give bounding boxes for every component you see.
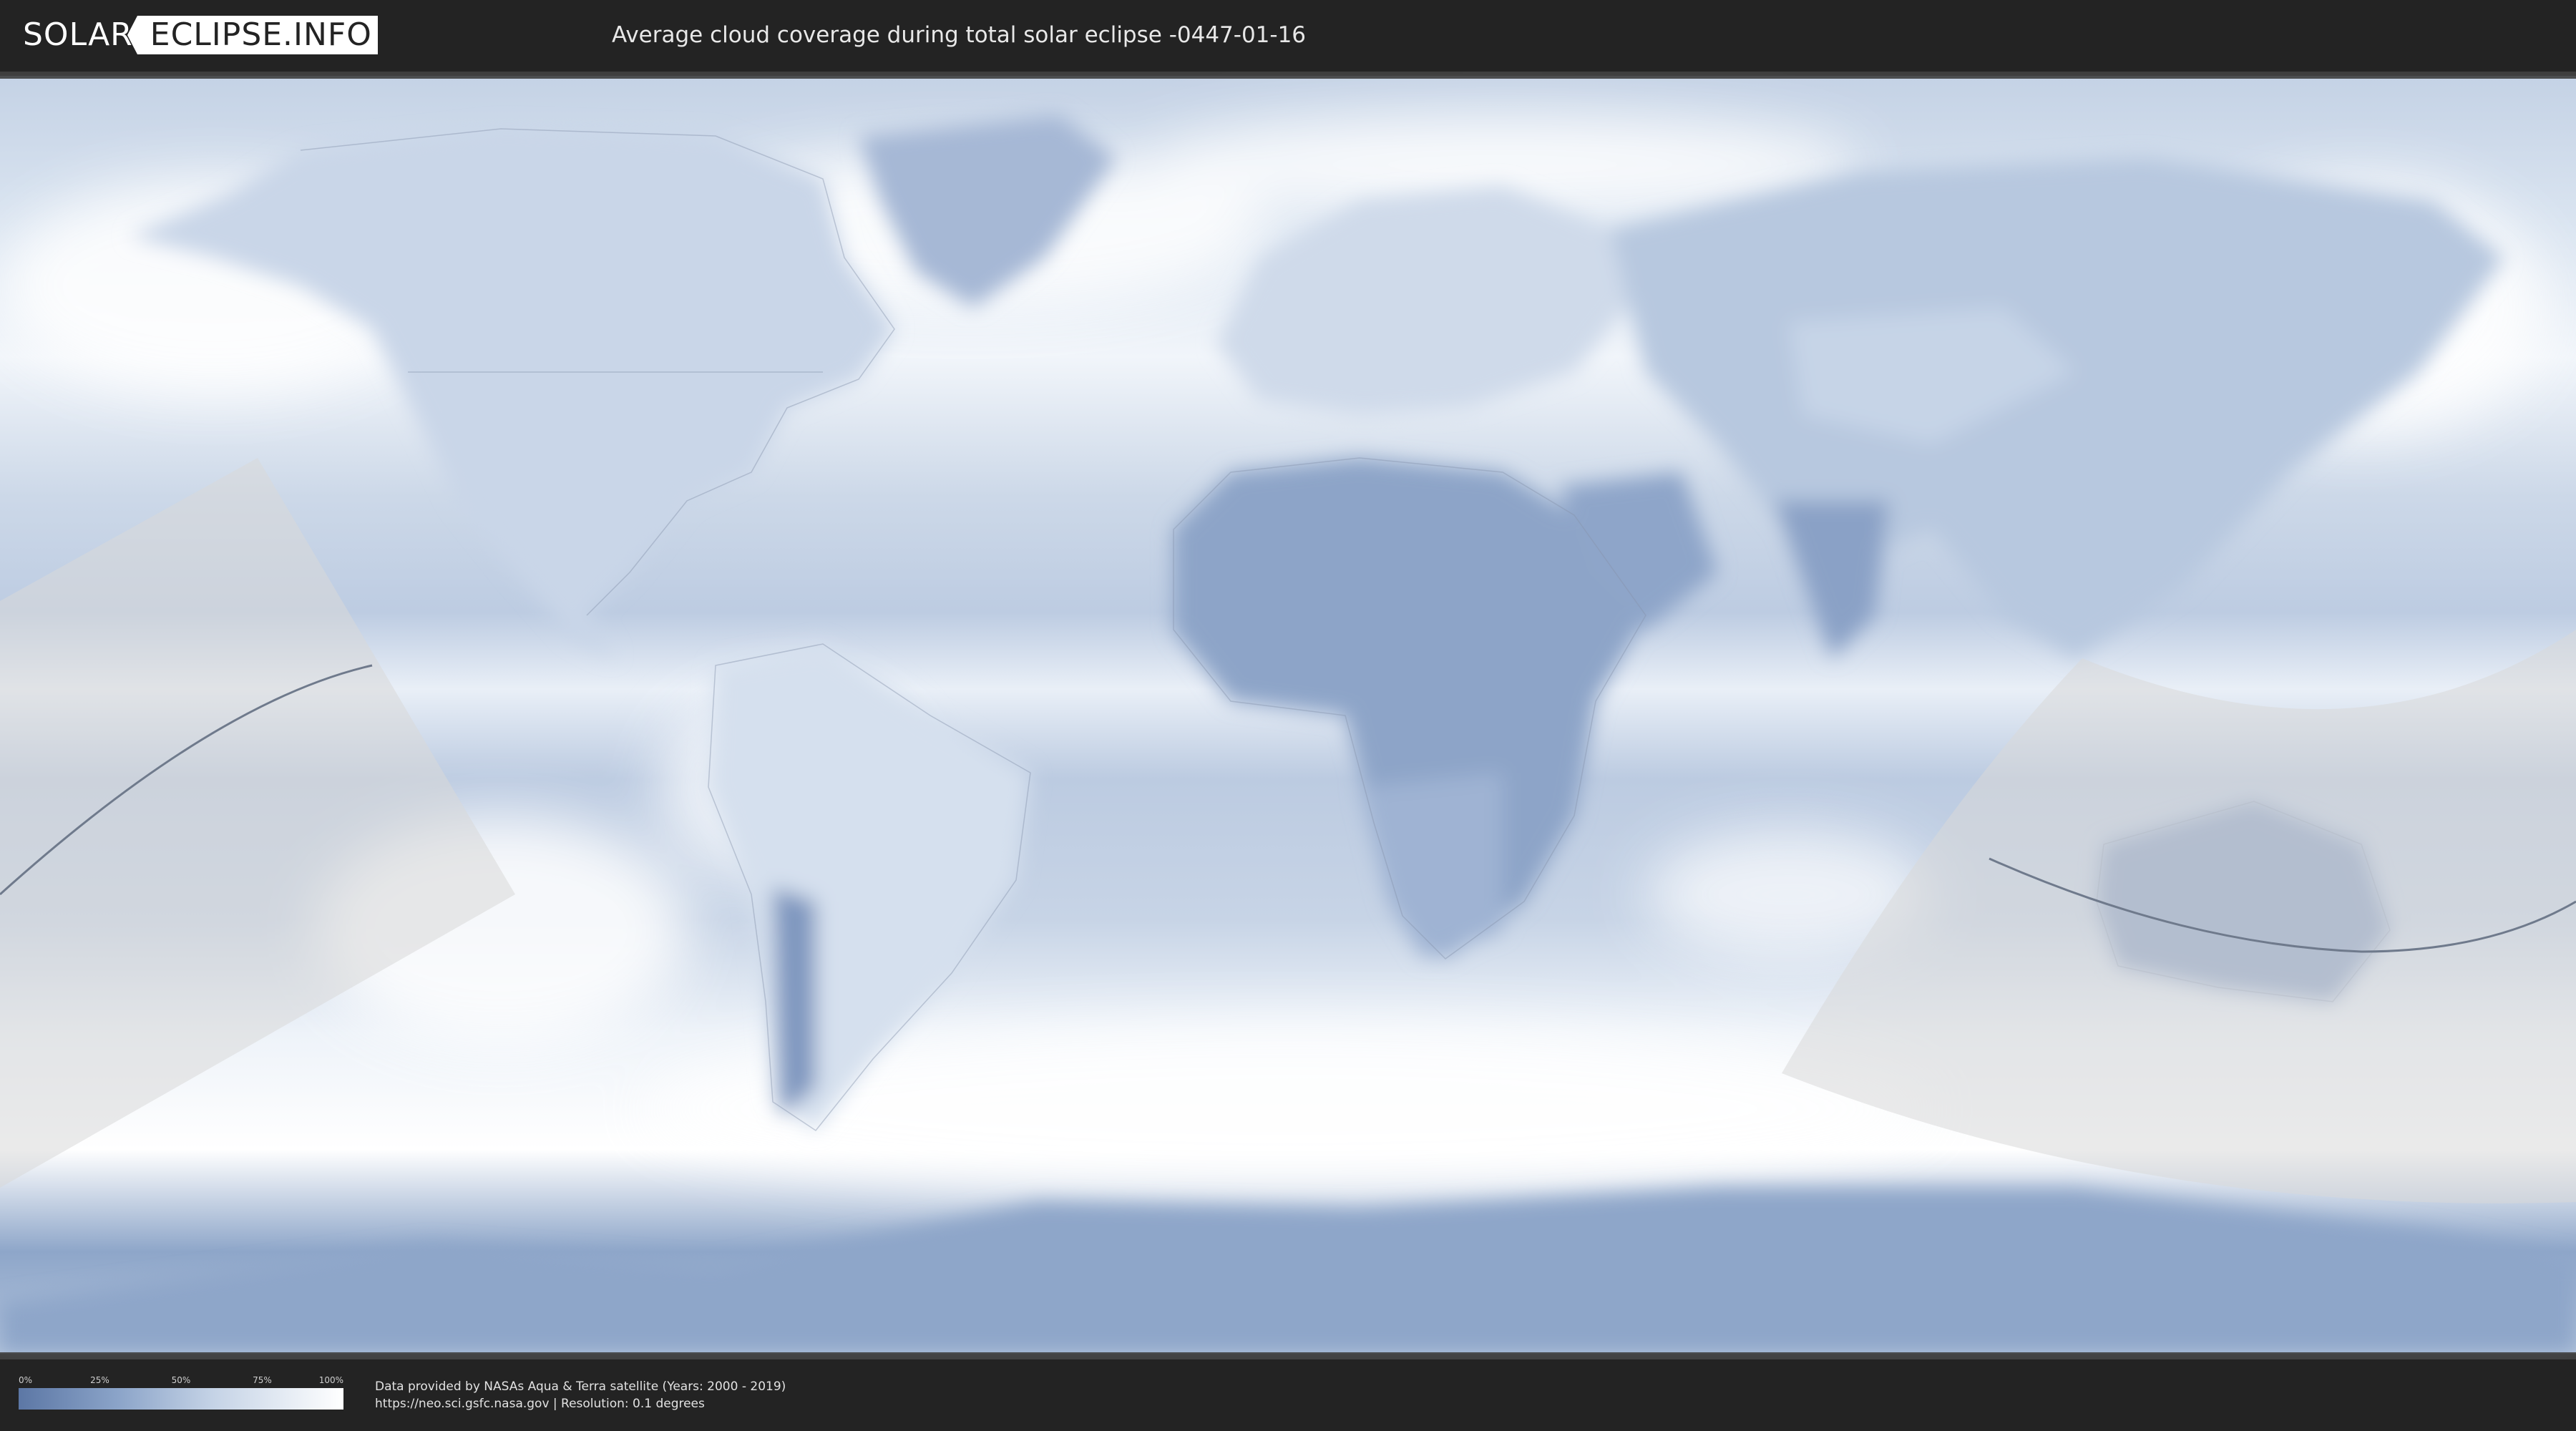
legend-gradient-bar (19, 1388, 343, 1410)
footer-bar: 0% 25% 50% 75% 100% Data provided by NAS… (0, 1359, 2576, 1431)
data-credits: Data provided by NASAs Aqua & Terra sate… (375, 1378, 786, 1412)
cloud-coverage-map (0, 72, 2576, 1359)
credit-line-url: https://neo.sci.gsfc.nasa.gov | Resoluti… (375, 1397, 705, 1411)
world-map-svg (0, 72, 2576, 1359)
legend-ticks: 0% 25% 50% 75% 100% (19, 1375, 343, 1388)
credit-line-source: Data provided by NASAs Aqua & Terra sate… (375, 1379, 786, 1394)
legend-tick-50: 50% (171, 1375, 191, 1385)
legend-tick-75: 75% (253, 1375, 272, 1385)
legend-tick-100: 100% (318, 1375, 343, 1385)
cloud-coverage-legend: 0% 25% 50% 75% 100% (19, 1375, 343, 1410)
legend-tick-0: 0% (19, 1375, 33, 1385)
header-bar: SOLAR ECLIPSE.INFO Average cloud coverag… (0, 0, 2576, 72)
page-title: Average cloud coverage during total sola… (611, 22, 1307, 48)
legend-tick-25: 25% (90, 1375, 109, 1385)
